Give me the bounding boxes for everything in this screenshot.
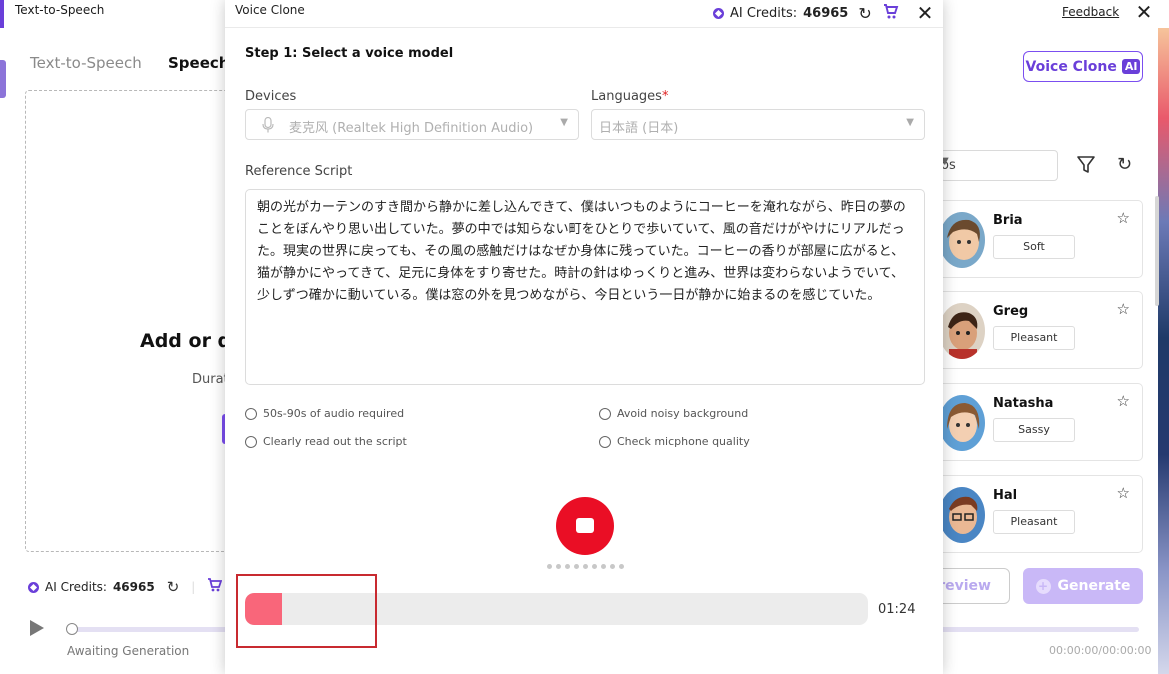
generate-label: Generate [1057,578,1131,594]
cart-icon[interactable] [883,4,899,23]
device-value: 麦克风 (Realtek High Definition Audio) [289,121,534,136]
divider: | [191,580,196,594]
drop-subtitle: Durat [192,372,229,387]
star-icon[interactable]: ☆ [1117,392,1130,410]
reference-script-label: Reference Script [245,164,353,179]
dialog-credits: AI Credits: 46965 ↻ [713,4,872,23]
refresh-icon[interactable]: ↻ [858,4,871,23]
languages-label: Languages* [591,89,668,104]
chevron-down-icon: ▼ [906,117,914,128]
credits-value: 46965 [112,580,155,594]
language-select[interactable]: 日本語 (日本) ▼ [591,109,925,140]
title-accent [0,0,4,28]
noise-icon [599,407,611,420]
close-icon[interactable]: ✕ [914,1,936,25]
tip-text: 50s-90s of audio required [263,407,405,420]
required-mark: * [661,89,669,104]
credits-bar: AI Credits: 46965 ↻ | [28,578,223,596]
voice-card[interactable]: Bria Soft ☆ [930,200,1143,278]
refresh-icon[interactable]: ↻ [167,578,180,596]
stop-recording-button[interactable] [556,497,614,555]
credits-label: AI Credits: [45,580,107,594]
languages-label-text: Languages [591,89,662,104]
voice-name: Natasha [993,396,1054,411]
voice-tag: Pleasant [993,510,1075,534]
tip-mic-quality: Check micphone quality [599,435,750,448]
play-icon[interactable] [30,620,44,636]
scrollbar[interactable] [1155,196,1159,306]
highlight-annotation [236,574,377,648]
tip-text: Clearly read out the script [263,435,407,448]
reload-icon[interactable]: ↻ [1117,154,1132,175]
drop-title: Add or d [140,330,232,352]
waveform-dots [547,564,624,569]
voice-clone-dialog: Voice Clone AI Credits: 46965 ↻ ✕ Step 1… [225,0,943,674]
player-status: Awaiting Generation [67,644,190,658]
reference-script-text[interactable]: 朝の光がカーテンのすき間から静かに差し込んできて、僕はいつものようにコーヒーを淹… [245,189,925,385]
voice-clone-label: Voice Clone [1025,58,1117,75]
microphone-icon [262,117,274,133]
voice-name: Bria [993,213,1023,228]
voice-tag: Sassy [993,418,1075,442]
voice-card[interactable]: Natasha Sassy ☆ [930,383,1143,461]
tip-audio-duration: 50s-90s of audio required [245,407,404,420]
window-title: Text-to-Speech [15,3,105,17]
timer-icon [245,407,257,420]
credits-label: AI Credits: [730,6,798,21]
check-circle-icon [599,435,611,448]
star-icon[interactable]: ☆ [1117,209,1130,227]
tip-read-script: Clearly read out the script [245,435,407,448]
dialog-header: Voice Clone AI Credits: 46965 ↻ ✕ [225,0,943,28]
eye-icon [245,435,257,448]
voice-tag: Pleasant [993,326,1075,350]
sidebar-active-indicator [0,60,6,98]
chevron-down-icon: ▼ [941,156,949,167]
voice-name: Hal [993,488,1018,503]
background-artwork [1158,28,1169,674]
recording-elapsed-time: 01:24 [878,602,916,617]
filter-icon[interactable] [1076,154,1096,176]
tab-speech[interactable]: Speech [168,54,229,72]
ai-badge: AI [1121,59,1141,74]
voice-card[interactable]: Greg Pleasant ☆ [930,291,1143,369]
generate-button[interactable]: + Generate [1023,568,1143,604]
step-title: Step 1: Select a voice model [245,46,454,61]
plus-icon: + [1035,578,1051,594]
tip-text: Check micphone quality [617,435,750,448]
chevron-down-icon: ▼ [560,117,568,128]
devices-label: Devices [245,89,297,104]
credits-icon [28,581,39,593]
language-value: 日本語 (日本) [599,121,679,136]
device-select[interactable]: 麦克风 (Realtek High Definition Audio) ▼ [245,109,579,140]
avatar [939,212,985,268]
voice-name: Greg [993,304,1029,319]
avatar [939,487,985,543]
voice-clone-button[interactable]: Voice Clone AI [1023,51,1143,82]
star-icon[interactable]: ☆ [1117,484,1130,502]
tab-text-to-speech[interactable]: Text-to-Speech [30,54,142,72]
playback-handle[interactable] [66,623,78,635]
voice-tag: Soft [993,235,1075,259]
cart-icon[interactable] [207,578,223,596]
voice-card[interactable]: Hal Pleasant ☆ [930,475,1143,553]
star-icon[interactable]: ☆ [1117,300,1130,318]
credits-value: 46965 [803,6,849,21]
tip-text: Avoid noisy background [617,407,749,420]
close-icon[interactable]: ✕ [1134,2,1154,22]
feedback-link[interactable]: Feedback [1062,5,1119,19]
tip-noise: Avoid noisy background [599,407,748,420]
credits-icon [713,8,724,19]
voice-filter-select[interactable]: os ▼ [940,150,1058,181]
avatar [939,395,985,451]
player-time: 00:00:00/00:00:00 [1049,644,1152,657]
avatar [939,303,985,359]
file-drop-area[interactable] [25,90,235,552]
dialog-title: Voice Clone [235,3,305,17]
